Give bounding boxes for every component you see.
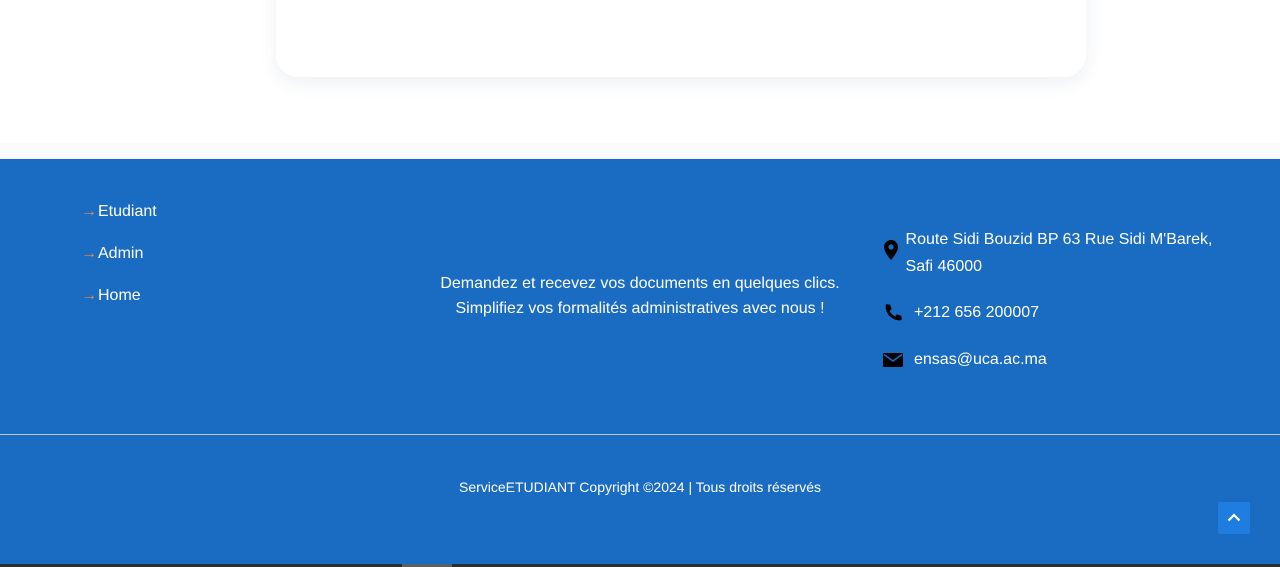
footer-link-label[interactable]: Home bbox=[98, 287, 141, 305]
footer-tagline: Demandez et recevez vos documents en que… bbox=[440, 275, 840, 317]
back-to-top-button[interactable] bbox=[1218, 502, 1250, 534]
footer-link-home[interactable]: → Home bbox=[81, 286, 157, 306]
footer-link-label[interactable]: Etudiant bbox=[98, 203, 157, 221]
arrow-right-icon: → bbox=[81, 287, 97, 304]
footer-link-etudiant[interactable]: → Etudiant bbox=[81, 202, 157, 222]
footer-link-admin[interactable]: → Admin bbox=[81, 244, 157, 264]
arrow-right-icon: → bbox=[81, 203, 97, 220]
arrow-right-icon: → bbox=[81, 245, 97, 262]
footer-divider bbox=[0, 434, 1280, 435]
site-footer: → Etudiant → Admin → Home Demandez et re… bbox=[0, 159, 1280, 564]
contact-phone: +212 656 200007 bbox=[882, 301, 1182, 325]
content-area bbox=[0, 0, 1280, 159]
phone-text[interactable]: +212 656 200007 bbox=[914, 304, 1039, 322]
contact-email: ensas@uca.ac.ma bbox=[882, 348, 1182, 372]
envelope-icon bbox=[882, 352, 904, 368]
address-text: Route Sidi Bouzid BP 63 Rue Sidi M'Barek… bbox=[905, 231, 1213, 275]
phone-icon bbox=[882, 303, 904, 323]
copyright-text: ServiceETUDIANT Copyright ©2024 | Tous d… bbox=[458, 479, 822, 495]
map-pin-icon bbox=[882, 240, 901, 280]
email-text[interactable]: ensas@uca.ac.ma bbox=[914, 351, 1047, 369]
chevron-up-icon bbox=[1227, 509, 1241, 527]
content-card bbox=[276, 0, 1086, 77]
footer-link-label[interactable]: Admin bbox=[98, 245, 143, 263]
contact-address: Route Sidi Bouzid BP 63 Rue Sidi M'Barek… bbox=[882, 226, 1232, 280]
footer-links: → Etudiant → Admin → Home bbox=[81, 202, 157, 328]
